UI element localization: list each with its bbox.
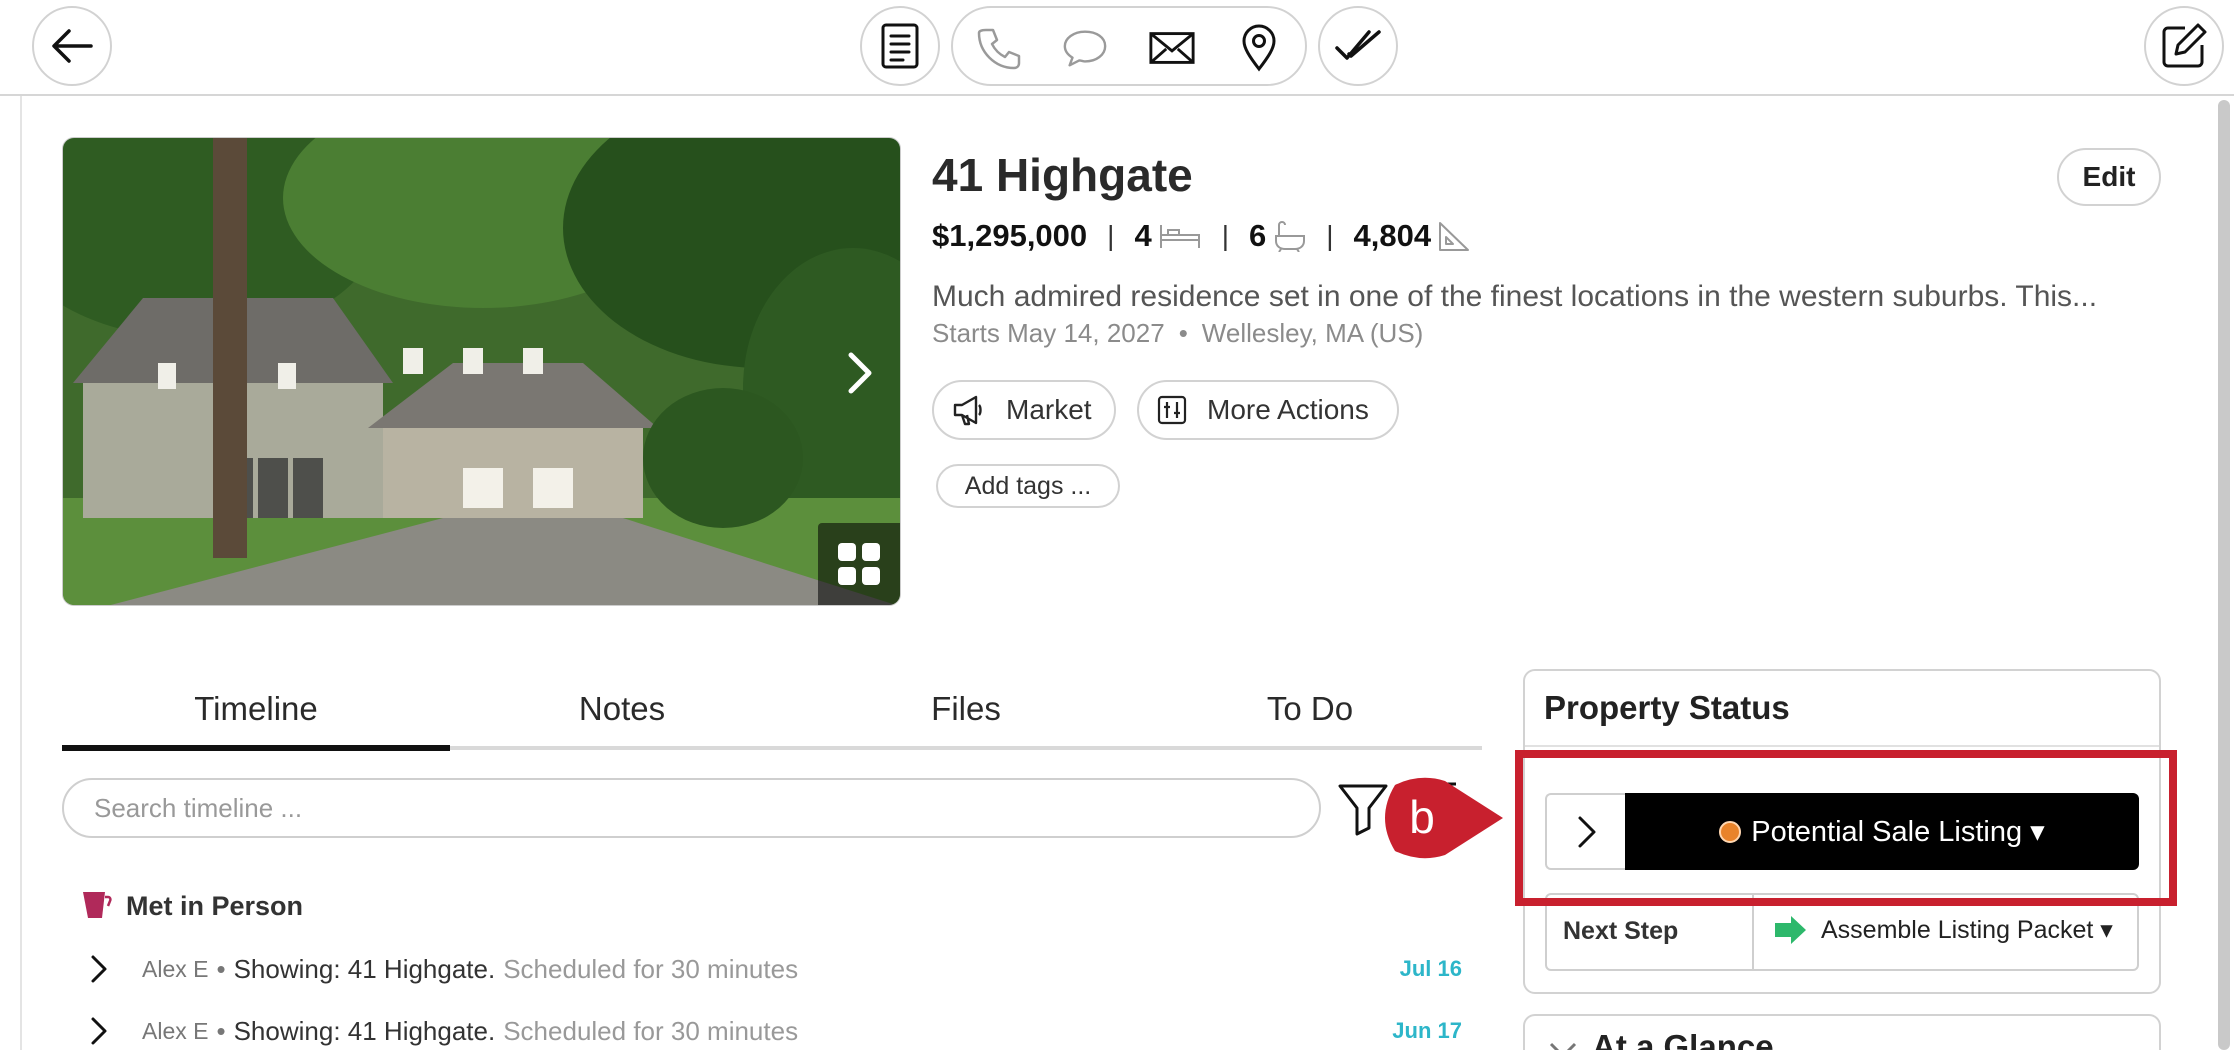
timeline-item[interactable]: Alex E • Showing: 41 Highgate. Scheduled… — [88, 949, 1468, 989]
next-step-label: Next Step — [1563, 917, 1679, 945]
timeline-bullet: • — [216, 953, 226, 984]
grid-icon — [838, 543, 880, 585]
add-tags-button[interactable]: Add tags ... — [936, 464, 1120, 508]
timeline-title: Showing: 41 Highgate. — [233, 953, 496, 984]
bed-icon — [1158, 222, 1202, 250]
next-step-dropdown[interactable]: Assemble Listing Packet ▾ — [1773, 915, 2113, 945]
timeline-date: Jun 17 — [1392, 1018, 1462, 1043]
baths-count: 6 — [1248, 218, 1267, 253]
edit-button[interactable]: Edit — [2057, 148, 2161, 206]
timeline-group-title: Met in Person — [126, 890, 304, 921]
notes-button[interactable] — [860, 6, 940, 86]
timeline-item[interactable]: Alex E • Showing: 41 Highgate. Scheduled… — [88, 1011, 1468, 1050]
property-status-title: Property Status — [1544, 689, 1790, 726]
beds-count: 4 — [1134, 218, 1152, 253]
chevron-right-icon[interactable] — [88, 1016, 118, 1046]
timeline-detail: Scheduled for 30 minutes — [503, 953, 799, 984]
phone-icon — [977, 28, 1021, 70]
property-stats: $1,295,000 | 4 | 6 | 4,804 — [932, 216, 1471, 256]
property-photo[interactable] — [62, 137, 901, 606]
detail-tabs: Timeline Notes Files To Do — [62, 690, 1482, 752]
megaphone-icon — [952, 393, 986, 427]
back-button[interactable] — [32, 6, 112, 86]
timeline-bullet: • — [216, 1015, 226, 1046]
timeline-author: Alex E — [142, 955, 209, 982]
bathtub-icon — [1272, 220, 1306, 252]
call-button[interactable] — [975, 24, 1023, 72]
scrollbar-thumb[interactable] — [2218, 100, 2230, 1050]
status-card-divider — [1525, 745, 2159, 747]
property-meta: Starts May 14, 2027 • Wellesley, MA (US) — [932, 318, 1423, 349]
tab-files[interactable]: Files — [794, 690, 1138, 752]
timeline-title: Showing: 41 Highgate. — [233, 1015, 496, 1046]
chevron-right-icon — [848, 352, 872, 394]
start-date: Starts May 14, 2027 — [932, 318, 1165, 348]
market-label: Market — [1006, 394, 1092, 425]
house-photo-image — [63, 138, 900, 605]
gallery-button[interactable] — [818, 523, 900, 605]
timeline-detail: Scheduled for 30 minutes — [503, 1015, 799, 1046]
next-step-value: Assemble Listing Packet ▾ — [1821, 916, 2113, 944]
highlight-box — [1515, 750, 2177, 906]
contact-button-group — [951, 6, 1307, 86]
market-button[interactable]: Market — [932, 380, 1116, 440]
left-border — [0, 96, 22, 1050]
compose-button[interactable] — [2144, 6, 2224, 86]
property-description: Much admired residence set in one of the… — [932, 280, 2098, 313]
chevron-right-icon[interactable] — [88, 954, 118, 984]
timeline-author: Alex E — [142, 1017, 209, 1044]
sqft-value: 4,804 — [1353, 218, 1432, 253]
location: Wellesley, MA (US) — [1201, 318, 1424, 348]
envelope-icon — [1149, 32, 1195, 64]
tab-timeline[interactable]: Timeline — [62, 690, 450, 752]
compose-icon — [2162, 23, 2207, 68]
set-square-icon — [1437, 220, 1471, 252]
callout-letter: b — [1409, 791, 1435, 843]
more-actions-button[interactable]: More Actions — [1137, 380, 1399, 440]
property-title: 41 Highgate — [932, 149, 1193, 201]
at-a-glance-title: At a Glance — [1592, 1028, 1774, 1050]
checkmark-icon — [1335, 30, 1381, 60]
chat-bubble-icon — [1063, 30, 1107, 67]
message-button[interactable] — [1061, 24, 1109, 72]
map-button[interactable] — [1235, 24, 1283, 72]
callout-marker: b — [1385, 777, 1503, 859]
email-button[interactable] — [1148, 24, 1196, 72]
price: $1,295,000 — [932, 218, 1088, 253]
timeline-group-heading: Met in Person — [80, 890, 303, 922]
arrow-right-icon — [1773, 915, 1807, 945]
active-tab-indicator — [62, 745, 450, 751]
tab-notes[interactable]: Notes — [450, 690, 794, 752]
document-icon — [881, 23, 919, 69]
timeline-date: Jul 16 — [1399, 956, 1462, 981]
photo-next-button[interactable] — [832, 338, 888, 408]
map-pin-icon — [1242, 24, 1276, 72]
tab-to-do[interactable]: To Do — [1138, 690, 1482, 752]
arrow-left-icon — [52, 29, 93, 63]
timeline-search-input[interactable]: Search timeline ... — [62, 778, 1321, 838]
meta-separator: • — [1178, 318, 1188, 348]
chevron-down-icon[interactable] — [1548, 1040, 1578, 1050]
coffee-cup-icon — [80, 890, 112, 922]
sliders-icon — [1157, 395, 1187, 425]
task-button[interactable] — [1318, 6, 1398, 86]
more-actions-label: More Actions — [1207, 394, 1369, 425]
